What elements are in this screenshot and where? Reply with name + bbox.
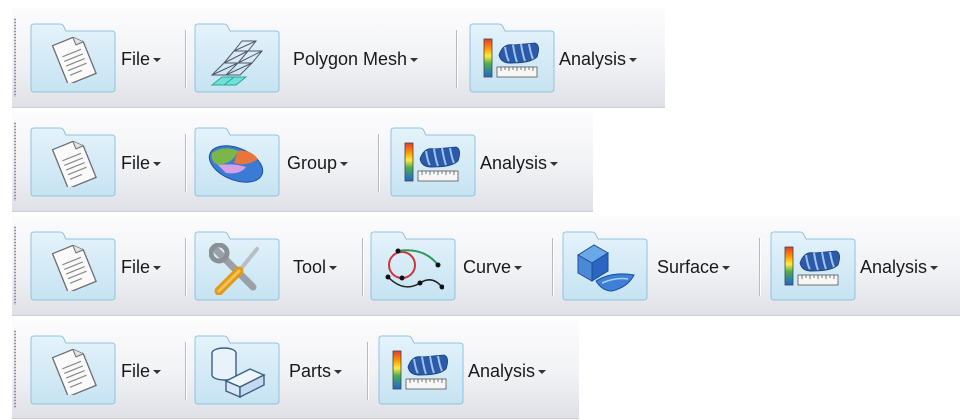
toolbar-cad: File Tool Curve Surface Analysis [12,216,960,316]
separator [185,134,186,192]
analysis-label: Analysis [468,361,536,381]
polygon-mesh-icon [210,40,264,86]
folder-icon-frame [30,335,116,405]
document-icon [51,243,97,291]
analysis-label: Analysis [860,257,928,277]
separator [552,238,553,296]
separator [362,238,363,296]
dropdown-arrow-icon [722,266,731,271]
dropdown-arrow-icon [153,162,162,167]
dropdown-arrow-icon [329,266,338,271]
file-label: File [121,361,151,381]
document-icon [51,139,97,187]
dropdown-arrow-icon [340,162,349,167]
analysis-button[interactable]: Analysis [378,320,574,420]
toolbar-group: File Group Analysis [12,112,593,212]
analysis-button[interactable]: Analysis [469,8,665,108]
toolbar-parts: File Parts Analysis [12,320,579,419]
folder-icon-frame [30,23,116,93]
parts-label: Parts [289,361,332,381]
group-button[interactable]: Group [194,112,374,212]
analysis-label: Analysis [559,49,627,69]
surface-label: Surface [657,257,720,277]
analysis-icon [404,142,461,182]
dropdown-arrow-icon [153,58,162,63]
tool-button[interactable]: Tool [194,216,359,316]
analysis-button[interactable]: Analysis [390,112,586,212]
surface-button[interactable]: Surface [562,216,757,316]
polygon-mesh-button[interactable]: Polygon Mesh [194,8,459,108]
tool-label: Tool [293,257,327,277]
file-button[interactable]: File [30,320,180,420]
folder-icon-frame [30,127,116,197]
file-button[interactable]: File [30,216,180,316]
folder-icon-frame [562,231,648,301]
dropdown-arrow-icon [550,162,559,167]
toolbar-grip[interactable] [14,330,16,408]
analysis-icon [483,38,540,78]
toolbar-grip[interactable] [14,226,16,305]
document-icon [51,347,97,395]
group-label: Group [287,153,338,173]
toolbar-grip[interactable] [14,122,16,201]
analysis-button[interactable]: Analysis [770,216,960,316]
folder-icon-frame [370,231,456,301]
folder-icon-frame [194,335,280,405]
dropdown-arrow-icon [538,370,547,375]
parts-button[interactable]: Parts [194,320,364,420]
dropdown-arrow-icon [334,370,343,375]
curve-button[interactable]: Curve [370,216,550,316]
analysis-label: Analysis [480,153,548,173]
folder-icon-frame [30,231,116,301]
file-button[interactable]: File [30,8,180,108]
separator [759,238,760,296]
file-button[interactable]: File [30,112,180,212]
document-icon [51,35,97,83]
curve-icon [385,248,444,290]
dropdown-arrow-icon [153,370,162,375]
separator [185,30,186,88]
file-label: File [121,49,151,69]
analysis-icon [392,350,449,390]
folder-icon-frame [469,23,555,93]
folder-icon-frame [194,127,280,197]
curve-label: Curve [463,257,512,277]
toolbar-grip[interactable] [14,18,16,97]
folder-icon-frame [770,231,856,301]
dropdown-arrow-icon [153,266,162,271]
folder-icon-frame [194,23,280,93]
dropdown-arrow-icon [629,58,638,63]
surface-icon [577,244,635,292]
toolbar-polygon-mesh: File Polygon Mesh Analysis [12,8,665,108]
wrench-screwdriver-icon [209,243,259,295]
folder-icon-frame [378,335,464,405]
separator [378,134,379,192]
dropdown-arrow-icon [514,266,523,271]
file-label: File [121,257,151,277]
separator [367,342,368,400]
separator [185,238,186,296]
file-label: File [121,153,151,173]
parts-icon [211,347,266,399]
group-icon [208,145,264,183]
dropdown-arrow-icon [930,266,939,271]
dropdown-arrow-icon [410,58,419,63]
polygon-mesh-label: Polygon Mesh [293,49,408,69]
folder-icon-frame [194,231,280,301]
separator [456,30,457,88]
folder-icon-frame [390,127,476,197]
analysis-icon [784,246,841,286]
separator [185,342,186,400]
